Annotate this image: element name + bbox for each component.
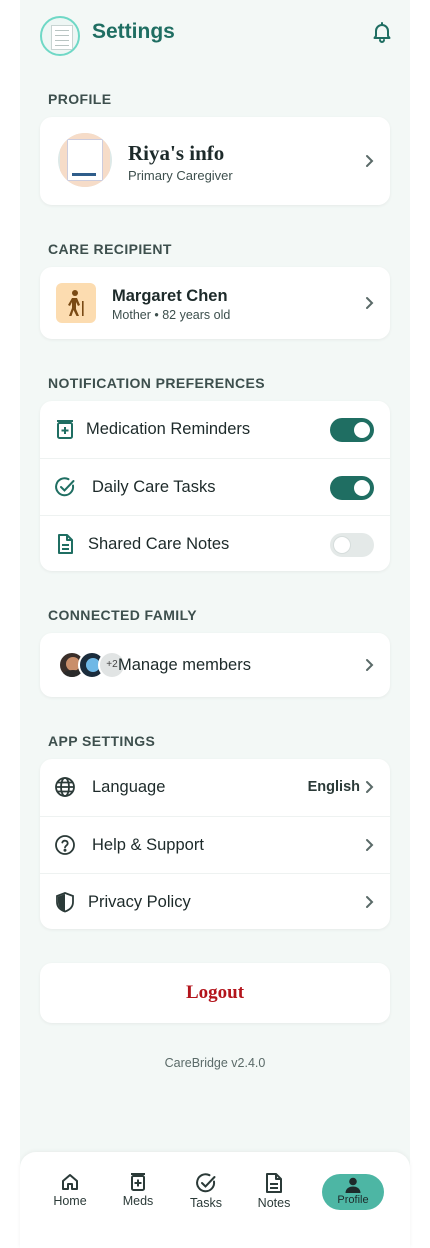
notification-preferences-card: Medication Reminders Daily Care Tasks Sh… — [40, 401, 390, 571]
chevron-right-icon — [366, 839, 374, 851]
bottom-nav: Home Meds Tasks Notes Profile — [20, 1152, 410, 1248]
section-label-app-settings: APP SETTINGS — [48, 733, 156, 749]
nav-meds[interactable]: Meds — [106, 1172, 170, 1216]
settings-label: Privacy Policy — [88, 893, 191, 911]
nav-notes[interactable]: Notes — [242, 1172, 306, 1216]
recipient-detail: Mother • 82 years old — [112, 308, 231, 322]
notification-row-medication[interactable]: Medication Reminders — [40, 401, 390, 458]
medication-reminders-toggle[interactable] — [330, 418, 374, 442]
profile-avatar — [58, 133, 112, 187]
nav-label: Home — [53, 1194, 87, 1208]
help-circle-icon — [55, 835, 75, 855]
profile-name: Riya's info — [128, 141, 225, 165]
logout-label: Logout — [185, 982, 245, 1003]
settings-label: Help & Support — [92, 836, 204, 854]
person-icon — [345, 1177, 361, 1193]
settings-row-privacy[interactable]: Privacy Policy — [40, 873, 390, 930]
medication-icon — [131, 1173, 145, 1191]
notification-label: Daily Care Tasks — [92, 478, 216, 496]
manage-members-label: Manage members — [118, 656, 251, 674]
section-label-profile: PROFILE — [48, 91, 112, 107]
settings-label: Language — [92, 778, 166, 796]
header: Settings — [20, 0, 410, 70]
settings-row-help[interactable]: Help & Support — [40, 816, 390, 873]
section-label-notifications: NOTIFICATION PREFERENCES — [48, 375, 266, 391]
connected-family-card[interactable]: +2 Manage members — [40, 633, 390, 697]
chevron-right-icon — [366, 781, 374, 793]
nav-home[interactable]: Home — [38, 1172, 102, 1216]
profile-card[interactable]: Riya's info Primary Caregiver — [40, 117, 390, 205]
nav-profile[interactable]: Profile — [322, 1174, 384, 1210]
app-settings-card: Language English Help & Support Privacy … — [40, 759, 390, 929]
section-label-care-recipient: CARE RECIPIENT — [48, 241, 172, 257]
notification-row-daily-tasks[interactable]: Daily Care Tasks — [40, 458, 390, 515]
language-value: English — [307, 779, 360, 795]
chevron-right-icon — [366, 297, 374, 309]
nav-label: Notes — [257, 1196, 291, 1210]
recipient-name: Margaret Chen — [112, 287, 228, 305]
care-recipient-card[interactable]: Margaret Chen Mother • 82 years old — [40, 267, 390, 339]
globe-icon — [55, 777, 75, 797]
profile-role: Primary Caregiver — [128, 168, 233, 183]
medication-icon — [57, 420, 73, 439]
chevron-right-icon — [366, 896, 374, 908]
nav-tasks[interactable]: Tasks — [174, 1172, 238, 1216]
chevron-right-icon — [366, 659, 374, 671]
elderly-person-icon — [56, 283, 96, 323]
notification-row-shared-notes[interactable]: Shared Care Notes — [40, 515, 390, 572]
notes-document-icon — [58, 534, 73, 554]
nav-label: Tasks — [190, 1196, 222, 1210]
chevron-right-icon — [366, 155, 374, 167]
notification-label: Shared Care Notes — [88, 535, 230, 553]
nav-label: Profile — [337, 1194, 369, 1206]
bell-icon[interactable] — [370, 20, 394, 44]
shield-icon — [56, 892, 74, 913]
home-icon — [62, 1174, 78, 1190]
settings-row-language[interactable]: Language English — [40, 759, 390, 816]
app-version: CareBridge v2.4.0 — [164, 1056, 266, 1070]
check-circle-icon — [55, 477, 75, 497]
notes-document-icon — [266, 1173, 282, 1193]
shared-care-notes-toggle[interactable] — [330, 533, 374, 557]
nav-label: Meds — [122, 1194, 154, 1208]
page-title: Settings — [92, 20, 175, 43]
section-label-family: CONNECTED FAMILY — [48, 607, 198, 623]
settings-screen: Settings PROFILE Riya's info Primary Car… — [20, 0, 410, 1248]
notification-label: Medication Reminders — [86, 420, 251, 438]
document-icon — [40, 16, 80, 56]
check-circle-icon — [196, 1173, 216, 1193]
daily-care-tasks-toggle[interactable] — [330, 476, 374, 500]
logout-button[interactable]: Logout — [40, 963, 390, 1023]
